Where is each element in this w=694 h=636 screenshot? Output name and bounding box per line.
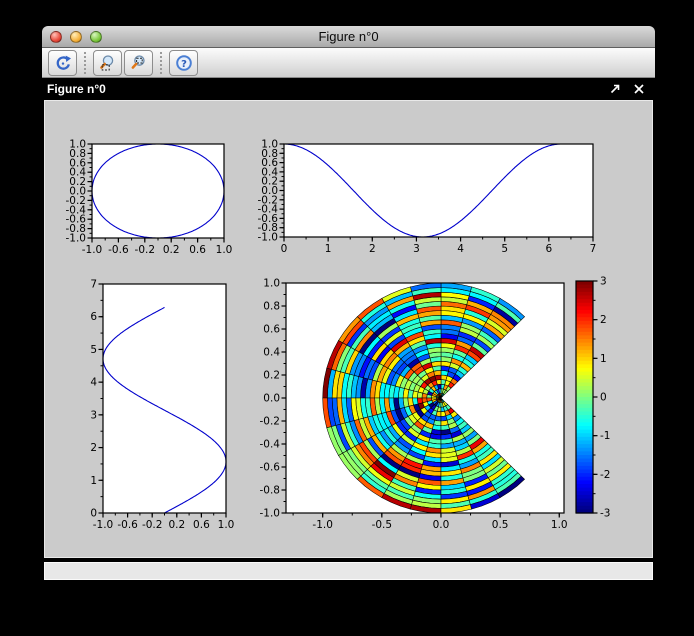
traffic-lights xyxy=(50,31,102,43)
svg-text:-1.0: -1.0 xyxy=(312,519,333,531)
close-button[interactable] xyxy=(50,31,62,43)
zoom-out-icon xyxy=(130,54,148,72)
subplot-cosine[interactable]: 01234567-1.0-0.8-0.6-0.4-0.20.00.20.40.6… xyxy=(258,139,597,256)
svg-text:1.0: 1.0 xyxy=(551,519,568,531)
figure-window: Figure n°0 xyxy=(42,26,655,580)
undock-arrow-icon xyxy=(609,83,621,95)
svg-text:0.6: 0.6 xyxy=(189,244,206,256)
svg-text:-0.6: -0.6 xyxy=(117,519,138,531)
rotate-icon xyxy=(54,54,72,72)
svg-text:2: 2 xyxy=(90,442,97,454)
svg-text:-1: -1 xyxy=(600,430,610,442)
zoom-out-button[interactable] xyxy=(124,50,153,76)
zoom-area-button[interactable] xyxy=(93,50,122,76)
svg-text:-1.0: -1.0 xyxy=(93,519,114,531)
window-titlebar[interactable]: Figure n°0 xyxy=(42,26,655,48)
svg-text:-0.2: -0.2 xyxy=(142,519,163,531)
svg-text:0.8: 0.8 xyxy=(263,301,280,313)
svg-text:5: 5 xyxy=(90,344,97,356)
toolbar-separator xyxy=(160,52,162,74)
subplot-polar-pcolor[interactable]: -1.0 -0.5 0.0 0.5 1.0 -1.0 -0.8 -0.6 -0.4 -0.2 0.0… xyxy=(260,276,611,532)
svg-text:0.0: 0.0 xyxy=(263,393,280,405)
svg-text:6: 6 xyxy=(90,311,97,323)
svg-text:1: 1 xyxy=(600,353,607,365)
close-icon xyxy=(633,83,645,95)
svg-text:7: 7 xyxy=(590,243,597,255)
svg-text:-0.5: -0.5 xyxy=(372,519,393,531)
inner-titlebar[interactable]: Figure n°0 xyxy=(42,78,655,100)
svg-text:-0.2: -0.2 xyxy=(135,244,156,256)
svg-text:1.0: 1.0 xyxy=(261,139,278,151)
window-title: Figure n°0 xyxy=(42,29,655,44)
svg-text:-0.2: -0.2 xyxy=(260,416,281,428)
svg-text:-0.6: -0.6 xyxy=(260,462,281,474)
svg-text:0: 0 xyxy=(600,392,607,404)
svg-text:3: 3 xyxy=(413,243,420,255)
svg-text:3: 3 xyxy=(90,409,97,421)
svg-text:1.0: 1.0 xyxy=(218,519,235,531)
desktop-background: { "window": { "title": "Figure n°0", "in… xyxy=(0,0,694,636)
help-icon: ? xyxy=(175,54,193,72)
svg-text:-1.0: -1.0 xyxy=(260,508,281,520)
help-button[interactable]: ? xyxy=(169,50,198,76)
svg-text:-0.4: -0.4 xyxy=(260,439,281,451)
svg-text:5: 5 xyxy=(501,243,508,255)
svg-text:3: 3 xyxy=(600,276,607,288)
svg-text:0.6: 0.6 xyxy=(263,324,280,336)
svg-text:-2: -2 xyxy=(600,469,610,481)
subplot-circle[interactable]: -1.0-0.6-0.20.20.61.0-1.0-0.8-0.6-0.4-0.… xyxy=(66,139,233,257)
svg-text:1: 1 xyxy=(90,475,97,487)
svg-text:-0.8: -0.8 xyxy=(260,485,281,497)
svg-text:1.0: 1.0 xyxy=(216,244,233,256)
svg-text:-0.6: -0.6 xyxy=(108,244,129,256)
svg-text:1.0: 1.0 xyxy=(69,139,86,151)
svg-text:4: 4 xyxy=(457,243,464,255)
toolbar-separator xyxy=(84,52,86,74)
toolbar: ? xyxy=(42,48,655,78)
svg-text:0.2: 0.2 xyxy=(163,244,180,256)
svg-text:1.0: 1.0 xyxy=(263,278,280,290)
svg-text:0.4: 0.4 xyxy=(263,347,280,359)
zoom-area-icon xyxy=(99,54,117,72)
undock-button[interactable] xyxy=(607,81,623,97)
rotate-button[interactable] xyxy=(48,50,77,76)
svg-text:6: 6 xyxy=(546,243,553,255)
minimize-button[interactable] xyxy=(70,31,82,43)
svg-text:?: ? xyxy=(181,59,187,70)
svg-text:-1.0: -1.0 xyxy=(82,244,103,256)
svg-text:2: 2 xyxy=(369,243,376,255)
svg-text:1: 1 xyxy=(325,243,332,255)
svg-text:7: 7 xyxy=(90,279,97,291)
inner-close-button[interactable] xyxy=(631,81,647,97)
plots-svg[interactable]: -1.0-0.6-0.20.20.61.0-1.0-0.8-0.6-0.4-0.… xyxy=(45,101,652,557)
status-bar xyxy=(44,562,653,580)
inner-title: Figure n°0 xyxy=(47,82,607,96)
figure-canvas[interactable]: -1.0-0.6-0.20.20.61.0-1.0-0.8-0.6-0.4-0.… xyxy=(44,100,653,558)
svg-text:0.6: 0.6 xyxy=(193,519,210,531)
zoom-button[interactable] xyxy=(90,31,102,43)
svg-text:0.0: 0.0 xyxy=(433,519,450,531)
svg-text:4: 4 xyxy=(90,377,97,389)
svg-text:0: 0 xyxy=(281,243,288,255)
svg-text:0.2: 0.2 xyxy=(168,519,185,531)
svg-text:0.5: 0.5 xyxy=(492,519,509,531)
svg-text:2: 2 xyxy=(600,314,607,326)
subplot-vertical-sine[interactable]: -1.0-0.6 -0.2 0.2 0.6 1.0 0 1 2 3 4 5 6 7 xyxy=(90,279,234,532)
svg-text:0.2: 0.2 xyxy=(263,370,280,382)
svg-text:0: 0 xyxy=(90,508,97,520)
svg-text:-3: -3 xyxy=(600,508,610,520)
